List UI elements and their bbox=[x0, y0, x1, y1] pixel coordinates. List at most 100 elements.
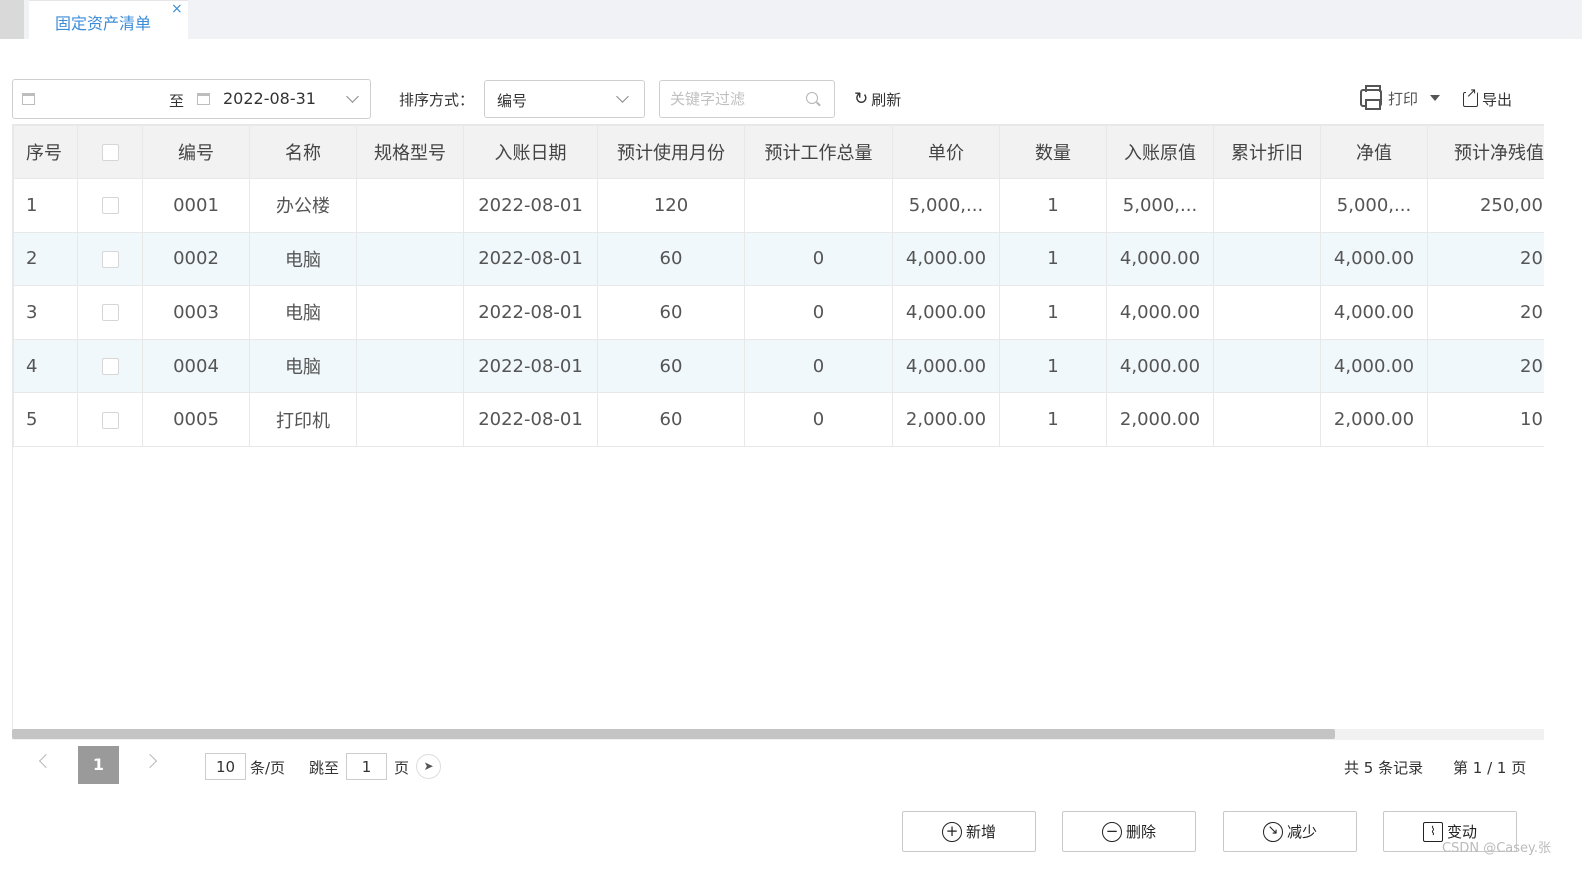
date-range-picker[interactable]: 至 2022-08-31 bbox=[12, 79, 371, 119]
print-button[interactable]: 打印 bbox=[1360, 85, 1441, 110]
jump-label: 跳至 bbox=[309, 759, 340, 777]
table-cell bbox=[356, 392, 464, 447]
tab-label[interactable]: 固定资产清单 bbox=[55, 10, 151, 34]
delete-button[interactable]: − 删除 bbox=[1062, 811, 1196, 852]
column-header[interactable]: 名称 bbox=[249, 125, 357, 179]
table-cell: 2022-08-01 bbox=[463, 285, 598, 340]
asset-table: 序号 编号 名称 规格型号 入账日期 预计使用月份 预计工作总量 单价 数量 入… bbox=[12, 124, 1544, 740]
table-cell: 100.00 bbox=[1427, 392, 1544, 447]
row-checkbox[interactable] bbox=[101, 197, 119, 215]
column-header[interactable]: 数量 bbox=[999, 125, 1107, 179]
table-row[interactable]: 2 0002 电脑 2022-08-01 60 0 4,000.00 1 4,000.00 4,0… bbox=[13, 231, 1544, 287]
table-cell: 4,000.00 bbox=[1320, 338, 1428, 394]
calendar-icon bbox=[22, 93, 35, 105]
table-cell: 5,000,... bbox=[1106, 178, 1214, 233]
sort-select[interactable]: 编号 bbox=[484, 80, 645, 118]
chart-icon: ⌇ bbox=[1422, 821, 1443, 842]
page-size-label: 条/页 bbox=[250, 759, 286, 777]
next-page-icon[interactable] bbox=[142, 753, 158, 769]
sort-label: 排序方式： bbox=[399, 91, 475, 109]
page-info: 第 1 / 1 页 bbox=[1453, 759, 1527, 777]
prev-page-icon[interactable] bbox=[38, 753, 54, 769]
table-cell: 电脑 bbox=[249, 285, 357, 340]
table-cell: 2022-08-01 bbox=[463, 392, 598, 447]
row-select-cell[interactable] bbox=[77, 178, 143, 233]
keyword-filter[interactable] bbox=[659, 80, 835, 118]
table-cell: 200.00 bbox=[1427, 338, 1544, 394]
delete-label: 删除 bbox=[1125, 823, 1156, 841]
horizontal-scrollbar[interactable] bbox=[12, 729, 1544, 740]
export-button[interactable]: 导出 bbox=[1463, 86, 1513, 110]
row-checkbox[interactable] bbox=[101, 250, 119, 268]
column-header[interactable]: 单价 bbox=[892, 125, 1000, 179]
row-select-cell[interactable] bbox=[77, 231, 143, 287]
row-select-cell[interactable] bbox=[77, 338, 143, 394]
table-cell bbox=[356, 338, 464, 394]
table-cell: 4,000.00 bbox=[892, 338, 1000, 394]
table-cell: 2022-08-01 bbox=[463, 338, 598, 394]
add-button[interactable]: + 新增 bbox=[902, 811, 1036, 852]
table-cell: 4,000.00 bbox=[892, 285, 1000, 340]
reduce-button[interactable]: ↘ 减少 bbox=[1223, 811, 1357, 852]
column-header[interactable]: 序号 bbox=[13, 125, 78, 179]
column-header[interactable]: 预计使用月份 bbox=[597, 125, 745, 179]
table-cell: 250,000.00 bbox=[1427, 178, 1544, 233]
refresh-button[interactable]: ↻ 刷新 bbox=[854, 88, 901, 110]
table-cell: 60 bbox=[597, 285, 745, 340]
table-cell: 0002 bbox=[142, 231, 250, 287]
column-header[interactable]: 入账日期 bbox=[463, 125, 598, 179]
column-header[interactable]: 累计折旧 bbox=[1213, 125, 1321, 179]
table-cell: 0 bbox=[744, 338, 893, 394]
table-row[interactable]: 4 0004 电脑 2022-08-01 60 0 4,000.00 1 4,000.00 4,0… bbox=[13, 338, 1544, 394]
row-checkbox[interactable] bbox=[101, 411, 119, 429]
caret-down-icon[interactable] bbox=[1430, 95, 1441, 101]
table-cell: 4,000.00 bbox=[1320, 285, 1428, 340]
column-header[interactable]: 入账原值 bbox=[1106, 125, 1214, 179]
current-page-button[interactable]: 1 bbox=[78, 746, 119, 784]
table-cell: 2,000.00 bbox=[1320, 392, 1428, 447]
search-icon[interactable] bbox=[806, 92, 818, 104]
table-row[interactable]: 1 0001 办公楼 2022-08-01 120 5,000,... 1 5,000,...… bbox=[13, 178, 1544, 233]
keyword-filter-input[interactable] bbox=[670, 88, 800, 110]
column-header-select-all[interactable] bbox=[77, 125, 143, 179]
page-label: 页 bbox=[394, 759, 410, 777]
scrollbar-thumb[interactable] bbox=[12, 729, 1335, 739]
table-row[interactable]: 3 0003 电脑 2022-08-01 60 0 4,000.00 1 4,000.00 4,0… bbox=[13, 285, 1544, 340]
column-header[interactable]: 规格型号 bbox=[356, 125, 464, 179]
close-icon[interactable]: × bbox=[171, 1, 183, 17]
column-header[interactable]: 编号 bbox=[142, 125, 250, 179]
table-cell: 4,000.00 bbox=[1106, 338, 1214, 394]
jump-page-input[interactable] bbox=[346, 753, 387, 780]
tab-fixed-asset-list[interactable]: 固定资产清单 × bbox=[29, 0, 188, 39]
table-cell bbox=[744, 178, 893, 233]
arrow-down-right-circle-icon: ↘ bbox=[1262, 821, 1283, 842]
export-label: 导出 bbox=[1482, 90, 1513, 109]
table-cell: 120 bbox=[597, 178, 745, 233]
table-cell: 2022-08-01 bbox=[463, 178, 598, 233]
select-all-checkbox[interactable] bbox=[101, 144, 119, 161]
column-header[interactable]: 预计工作总量 bbox=[744, 125, 893, 179]
date-end[interactable]: 2022-08-31 bbox=[223, 89, 316, 108]
table-cell: 电脑 bbox=[249, 231, 357, 287]
table-cell: 60 bbox=[597, 392, 745, 447]
row-checkbox[interactable] bbox=[101, 358, 119, 376]
calendar-icon bbox=[197, 93, 210, 105]
table-cell: 200.00 bbox=[1427, 285, 1544, 340]
table-cell: 2,000.00 bbox=[1106, 392, 1214, 447]
table-cell: 1 bbox=[999, 285, 1107, 340]
plus-circle-icon: + bbox=[941, 821, 962, 842]
table-cell: 电脑 bbox=[249, 338, 357, 394]
table-cell: 打印机 bbox=[249, 392, 357, 447]
table-cell: 4,000.00 bbox=[892, 231, 1000, 287]
row-checkbox[interactable] bbox=[101, 304, 119, 322]
row-select-cell[interactable] bbox=[77, 285, 143, 340]
print-label: 打印 bbox=[1388, 89, 1419, 108]
table-row[interactable]: 5 0005 打印机 2022-08-01 60 0 2,000.00 1 2,000.00 2,… bbox=[13, 392, 1544, 447]
page-size-input[interactable] bbox=[205, 753, 246, 780]
column-header[interactable]: 净值 bbox=[1320, 125, 1428, 179]
column-header[interactable]: 预计净残值 bbox=[1427, 125, 1544, 179]
send-icon[interactable]: ➤ bbox=[416, 754, 441, 779]
chevron-down-icon[interactable] bbox=[346, 90, 359, 103]
table-cell: 0 bbox=[744, 231, 893, 287]
row-select-cell[interactable] bbox=[77, 392, 143, 447]
